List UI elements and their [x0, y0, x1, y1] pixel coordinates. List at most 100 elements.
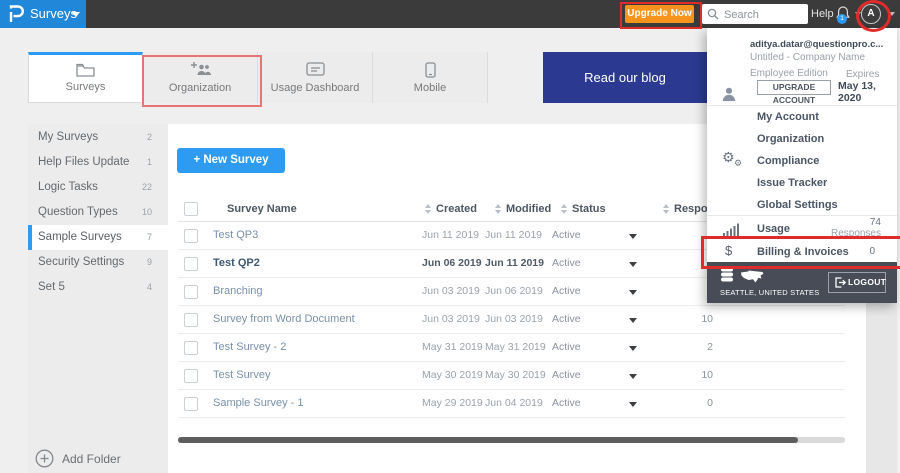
sidebar-item-logic-tasks[interactable]: Logic Tasks 22 [28, 175, 168, 200]
sidebar-item-label: Help Files Update [38, 156, 130, 168]
add-folder-label: Add Folder [62, 452, 121, 466]
search-icon [707, 8, 719, 20]
tab-mobile[interactable]: Mobile [373, 52, 488, 103]
folder-icon [29, 63, 142, 82]
account-edition: Employee Edition [750, 68, 828, 79]
survey-name-link[interactable]: Test QP3 [213, 222, 258, 249]
tab-surveys[interactable]: Surveys [28, 52, 143, 103]
created-date: Jun 06 2019 [422, 257, 482, 269]
sidebar-item-my-surveys[interactable]: My Surveys 2 [28, 125, 168, 150]
status-dropdown-caret[interactable] [629, 402, 637, 407]
row-checkbox[interactable] [184, 313, 198, 327]
column-header-survey-name[interactable]: Survey Name [227, 196, 297, 222]
sort-icon[interactable] [425, 204, 432, 214]
logout-button[interactable]: LOGOUT [828, 272, 886, 293]
modified-date: May 30 2019 [485, 369, 546, 381]
dashboard-icon [258, 62, 372, 81]
horizontal-scrollbar-track[interactable] [178, 437, 845, 443]
mobile-icon [373, 62, 487, 83]
responses-count: 2 [707, 341, 713, 353]
sort-icon[interactable] [561, 204, 568, 214]
add-folder-button[interactable]: Add Folder [35, 446, 165, 472]
person-icon [722, 87, 736, 101]
account-email: aditya.datar@questionpro.c... [750, 39, 884, 50]
survey-name-link[interactable]: Survey from Word Document [213, 306, 355, 333]
annotation-organization-box [142, 55, 262, 107]
sort-icon[interactable] [663, 204, 670, 214]
logout-label: LOGOUT [848, 277, 887, 287]
menu-item-compliance[interactable]: Compliance [757, 150, 887, 172]
status-text: Active [552, 229, 581, 241]
expires-date: May 13, 2020 [838, 80, 876, 104]
row-checkbox[interactable] [184, 257, 198, 271]
survey-name-link[interactable]: Test QP2 [213, 250, 260, 277]
status-dropdown-caret[interactable] [629, 346, 637, 351]
status-dropdown-caret[interactable] [629, 234, 637, 239]
gears-icon: ⚙ ⚙ [722, 149, 743, 168]
annotation-billing-box [701, 236, 900, 269]
folders-sidebar: My Surveys 2 Help Files Update 1 Logic Tas… [28, 124, 168, 473]
row-checkbox[interactable] [184, 369, 198, 383]
survey-name-link[interactable]: Test Survey - 2 [213, 334, 286, 361]
expires-label: Expires [846, 69, 880, 80]
survey-name-link[interactable]: Branching [213, 278, 263, 305]
chevron-down-icon [72, 12, 80, 17]
sidebar-item-label: Set 5 [38, 281, 65, 293]
survey-name-link[interactable]: Test Survey [213, 362, 270, 389]
menu-item-issue-tracker[interactable]: Issue Tracker [757, 172, 887, 194]
folder-count: 1 [146, 157, 152, 167]
search-input[interactable] [722, 4, 808, 26]
status-dropdown-caret[interactable] [629, 374, 637, 379]
status-text: Active [552, 257, 581, 269]
folder-count: 10 [141, 207, 152, 217]
folder-count: 22 [141, 182, 152, 192]
column-header-created[interactable]: Created [436, 196, 477, 222]
sidebar-item-security-settings[interactable]: Security Settings 9 [28, 250, 168, 275]
status-dropdown-caret[interactable] [629, 262, 637, 267]
account-company: Untitled - Company Name [750, 52, 866, 63]
column-header-modified[interactable]: Modified [506, 196, 551, 222]
questionpro-logo-icon [9, 5, 24, 22]
survey-name-link[interactable]: Sample Survey - 1 [213, 390, 303, 417]
created-date: Jun 11 2019 [422, 229, 480, 241]
tab-usage-dashboard[interactable]: Usage Dashboard [258, 52, 373, 103]
menu-item-global-settings[interactable]: Global Settings [757, 194, 887, 216]
product-menu[interactable]: Surveys [0, 0, 86, 28]
select-all-checkbox[interactable] [184, 202, 198, 216]
row-checkbox[interactable] [184, 341, 198, 355]
table-row: Sample Survey - 1 May 29 2019 Jun 04 201… [178, 390, 845, 418]
modified-date: Jun 11 2019 [485, 257, 544, 269]
search-box [702, 4, 808, 26]
sidebar-item-label: Security Settings [38, 256, 125, 268]
server-datacenter-icon [721, 267, 733, 282]
annotation-upgrade-box [620, 2, 702, 29]
responses-count: 10 [701, 313, 713, 325]
logout-icon [835, 277, 846, 288]
sidebar-item-question-types[interactable]: Question Types 10 [28, 200, 168, 225]
help-link[interactable]: Help [811, 0, 834, 28]
tab-label: Usage Dashboard [270, 82, 360, 94]
created-date: May 31 2019 [422, 341, 483, 353]
folder-count: 2 [146, 132, 152, 142]
row-checkbox[interactable] [184, 229, 198, 243]
new-survey-button[interactable]: + New Survey [177, 148, 285, 173]
sort-icon[interactable] [495, 204, 502, 214]
sidebar-item-label: Sample Surveys [38, 231, 122, 243]
row-checkbox[interactable] [184, 285, 198, 299]
menu-item-organization[interactable]: Organization [757, 128, 887, 150]
row-checkbox[interactable] [184, 397, 198, 411]
status-text: Active [552, 313, 581, 325]
column-header-status[interactable]: Status [572, 196, 606, 222]
sidebar-item-set-5[interactable]: Set 5 4 [28, 275, 168, 300]
sidebar-item-label: Logic Tasks [38, 181, 98, 193]
horizontal-scrollbar-thumb[interactable] [178, 437, 798, 443]
menu-item-my-account[interactable]: My Account [757, 106, 887, 128]
table-row: Test Survey May 30 2019 May 30 2019 Acti… [178, 362, 845, 390]
status-dropdown-caret[interactable] [629, 318, 637, 323]
status-dropdown-caret[interactable] [629, 290, 637, 295]
upgrade-account-button[interactable]: UPGRADE ACCOUNT [757, 80, 831, 105]
sidebar-item-help-files-update[interactable]: Help Files Update 1 [28, 150, 168, 175]
sidebar-item-sample-surveys[interactable]: Sample Surveys 7 [28, 225, 168, 250]
status-text: Active [552, 285, 581, 297]
responses-count: 10 [701, 369, 713, 381]
